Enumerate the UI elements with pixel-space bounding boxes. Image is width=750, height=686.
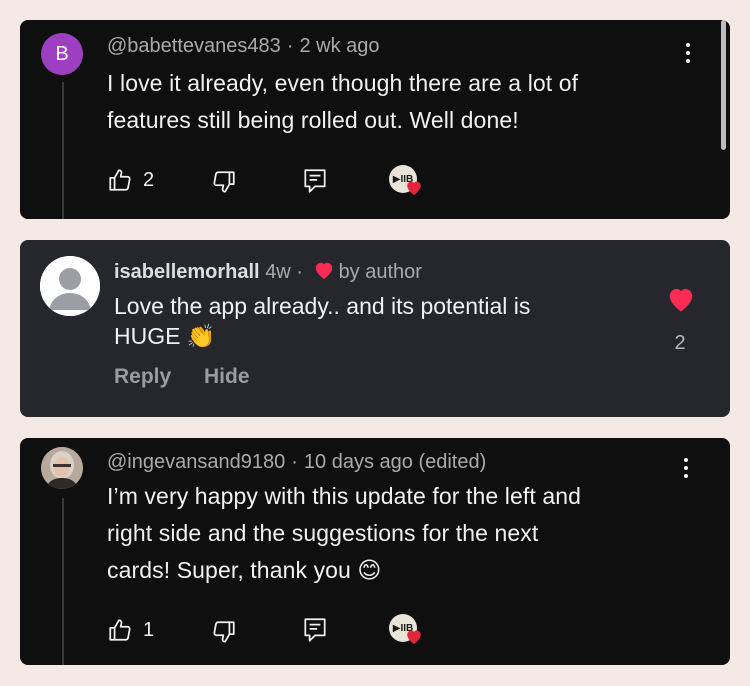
hide-button[interactable]: Hide — [204, 365, 250, 389]
thumbs-down-icon — [213, 171, 235, 193]
comment-meta: isabellemorhall 4w · by author — [114, 260, 422, 284]
reply-icon — [304, 618, 326, 642]
creator-heart-icon: ▶IIB — [389, 614, 423, 648]
comment-time[interactable]: 10 days ago (edited) — [304, 451, 486, 473]
comment-text-line: Love the app already.. and its potential… — [114, 293, 531, 319]
more-vert-icon[interactable] — [676, 38, 700, 68]
meta-separator: · — [296, 261, 303, 283]
comment-text-line: I love it already, even though there are… — [107, 70, 579, 96]
like-button[interactable]: 2 — [107, 167, 154, 193]
comment-text-line: HUGE 👏 — [114, 323, 216, 349]
comment-card-ingevansand9180: @ingevansand9180 · 10 days ago (edited) I’… — [20, 438, 730, 665]
like-button[interactable]: 1 — [107, 617, 154, 643]
thumbs-up-icon — [109, 619, 131, 641]
heart-icon — [407, 181, 421, 195]
comment-meta: @babettevanes483 · 2 wk ago — [107, 35, 380, 58]
comment-time[interactable]: 2 wk ago — [299, 35, 379, 57]
avatar[interactable]: B — [41, 33, 83, 75]
liked-by-author-label: by author — [338, 261, 422, 283]
avatar[interactable] — [41, 447, 83, 489]
default-avatar-icon — [40, 256, 100, 316]
comment-text: I’m very happy with this update for the … — [107, 478, 581, 589]
heart-like-icon[interactable] — [666, 285, 696, 313]
dislike-button[interactable] — [211, 619, 237, 645]
comment-author[interactable]: @babettevanes483 — [107, 35, 281, 57]
comment-author[interactable]: @ingevansand9180 — [107, 451, 285, 473]
meta-separator: · — [291, 451, 298, 473]
reply-button[interactable] — [302, 616, 328, 644]
reply-icon — [304, 169, 326, 193]
author-heart-icon — [315, 262, 332, 280]
thread-line — [62, 82, 64, 219]
heart-icon — [407, 630, 421, 644]
comment-author[interactable]: isabellemorhall — [114, 261, 260, 283]
like-count: 2 — [143, 168, 155, 191]
reply-button[interactable] — [302, 167, 328, 195]
more-vert-icon[interactable] — [674, 453, 698, 483]
comment-text-line: features still being rolled out. Well do… — [107, 107, 519, 133]
comment-text-line: cards! Super, thank you 😊 — [107, 557, 382, 583]
comment-text: Love the app already.. and its potential… — [114, 291, 634, 351]
thumbs-up-icon — [109, 169, 131, 191]
creator-heart-icon: ▶IIB — [389, 165, 423, 199]
comment-time: 4w — [265, 261, 291, 283]
like-count: 1 — [143, 618, 155, 641]
profile-photo — [41, 447, 83, 489]
comment-text-line: I’m very happy with this update for the … — [107, 483, 581, 509]
scrollbar[interactable] — [721, 20, 726, 150]
comment-meta: @ingevansand9180 · 10 days ago (edited) — [107, 451, 486, 474]
like-count: 2 — [674, 332, 686, 354]
comment-text-line: right side and the suggestions for the n… — [107, 520, 539, 546]
meta-separator: · — [286, 35, 294, 57]
thumbs-down-icon — [213, 621, 235, 643]
comment-card-isabellemorhall: isabellemorhall 4w · by author Love the … — [20, 240, 730, 417]
comment-text: I love it already, even though there are… — [107, 65, 578, 139]
thread-line — [62, 498, 64, 665]
avatar-letter: B — [55, 42, 69, 65]
dislike-button[interactable] — [211, 169, 237, 195]
avatar[interactable] — [40, 256, 100, 316]
reply-button[interactable]: Reply — [114, 365, 171, 389]
comment-card-babettevanes483: B @babettevanes483 · 2 wk ago I love it al… — [20, 20, 730, 219]
